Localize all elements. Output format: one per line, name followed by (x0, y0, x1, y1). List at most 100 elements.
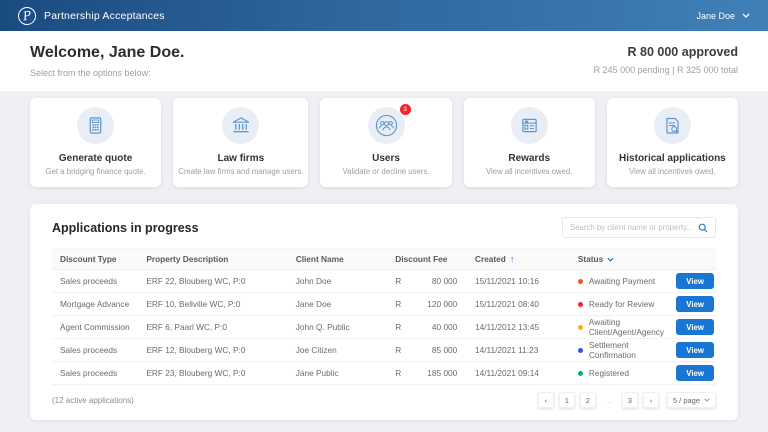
table-row: Agent Commission ERF 6, Paarl WC, P:0 Jo… (52, 316, 716, 339)
table-body: Sales proceeds ERF 22, Blouberg WC, P:0 … (52, 270, 716, 385)
col-status-filter[interactable]: Status (570, 254, 676, 264)
status-dot-icon (577, 324, 583, 330)
view-button[interactable]: View (676, 296, 714, 312)
cell-property-description: ERF 6, Paarl WC, P:0 (146, 322, 227, 332)
cell-status: Settlement Confirmation (570, 340, 676, 360)
cell-property-description: ERF 22, Blouberg WC, P:0 (146, 276, 246, 286)
page-title: Welcome, Jane Doe. (30, 44, 185, 61)
status-dot-icon (577, 370, 583, 376)
card-subtitle: Get a bridging finance quote. (45, 167, 146, 176)
page-size-select[interactable]: 5 / page (666, 392, 716, 408)
cell-status: Awaiting Client/Agent/Agency (570, 317, 676, 337)
card-title: Generate quote (58, 153, 133, 164)
cell-discount-fee: R 185 000 (395, 368, 458, 378)
table-header-row: Discount Type Property Description Clien… (52, 248, 716, 270)
app-header: P Partnership Acceptances Jane Doe (0, 0, 768, 31)
card-subtitle: Create law firms and manage users. (178, 167, 304, 176)
col-discount-type: Discount Type (60, 254, 117, 264)
card-subtitle: Validate or decline users. (342, 167, 430, 176)
option-card-rewards[interactable]: Rewards View all incentives owed. (463, 98, 595, 187)
card-icon-circle (510, 107, 548, 144)
cell-created: 15/11/2021 08:40 (474, 299, 539, 309)
chevron-down-icon (704, 398, 710, 402)
col-created-sort[interactable]: Created ↑ (467, 254, 570, 264)
cell-client-name: John Doe (295, 276, 332, 286)
cell-discount-fee: R 120 000 (395, 299, 458, 309)
cell-client-name: John Q. Public (295, 322, 350, 332)
col-discount-fee: Discount Fee (395, 254, 448, 264)
pagination-next-button[interactable]: › (642, 392, 659, 408)
view-button[interactable]: View (676, 342, 714, 358)
status-dot-icon (577, 301, 583, 307)
cell-client-name: Joe Citizen (295, 345, 337, 355)
cell-discount-fee: R 85 000 (395, 345, 458, 355)
applications-panel: Applications in progress Discount Type P… (30, 204, 738, 420)
col-client-name: Client Name (295, 254, 344, 264)
option-card-generate-quote[interactable]: Generate quote Get a bridging finance qu… (30, 98, 162, 187)
user-name: Jane Doe (696, 10, 735, 21)
pagination-page-3[interactable]: 3 (621, 392, 638, 408)
card-icon-circle (222, 107, 260, 144)
pagination-page-1[interactable]: 1 (558, 392, 575, 408)
panel-title: Applications in progress (52, 220, 199, 235)
cell-client-name: Jane Doe (295, 299, 332, 309)
welcome-section: Welcome, Jane Doe. Select from the optio… (0, 31, 768, 91)
cell-status: Ready for Review (570, 299, 676, 309)
pagination: ‹ 1 2 … 3 › 5 / page (537, 392, 716, 408)
active-applications-note: (12 active applications) (52, 395, 134, 405)
cell-property-description: ERF 12, Blouberg WC, P:0 (146, 345, 246, 355)
card-icon-circle: 3 (367, 104, 411, 144)
cell-created: 14/11/2021 11:23 (474, 345, 539, 355)
table-row: Sales proceeds ERF 12, Blouberg WC, P:0 … (52, 339, 716, 362)
card-title: Users (372, 153, 400, 164)
history-icon (662, 116, 682, 136)
cell-discount-type: Sales proceeds (60, 276, 118, 286)
col-property-description: Property Description (146, 254, 229, 264)
pending-total-amounts: R 245 000 pending | R 325 000 total (593, 65, 738, 75)
logo-icon: P (16, 5, 38, 26)
search-input[interactable] (570, 223, 698, 232)
search-icon[interactable] (698, 223, 708, 233)
cell-discount-fee: R 40 000 (395, 322, 458, 332)
rewards-icon (520, 116, 539, 135)
bank-icon (231, 116, 251, 135)
user-menu[interactable]: Jane Doe (696, 11, 750, 21)
pagination-page-2[interactable]: 2 (579, 392, 596, 408)
table-row: Sales proceeds ERF 22, Blouberg WC, P:0 … (52, 270, 716, 293)
card-subtitle: View all incentives owed. (485, 167, 573, 176)
cell-discount-type: Sales proceeds (60, 368, 118, 378)
users-icon (375, 114, 398, 137)
app-title: Partnership Acceptances (44, 9, 165, 22)
chevron-down-icon (607, 257, 614, 262)
status-dot-icon (577, 347, 583, 353)
status-dot-icon (577, 278, 583, 284)
pagination-prev-button[interactable]: ‹ (537, 392, 554, 408)
card-icon-circle (77, 107, 115, 144)
approved-amount: R 80 000 approved (627, 45, 738, 59)
cell-discount-type: Mortgage Advance (60, 299, 130, 309)
cell-discount-fee: R 80 000 (395, 276, 458, 286)
page-subtitle: Select from the options below: (30, 68, 151, 78)
table-row: Sales proceeds ERF 23, Blouberg WC, P:0 … (52, 362, 716, 385)
option-cards: Generate quote Get a bridging finance qu… (0, 91, 768, 187)
option-card-law-firms[interactable]: Law firms Create law firms and manage us… (173, 98, 309, 187)
cell-status: Awaiting Payment (570, 276, 676, 286)
table-row: Mortgage Advance ERF 10, Bellville WC, P… (52, 293, 716, 316)
card-title: Rewards (508, 153, 551, 164)
option-card-users[interactable]: 3 Users Validate or decline users. (320, 98, 452, 187)
cell-created: 15/11/2021 10:16 (474, 276, 539, 286)
sort-asc-icon: ↑ (509, 254, 515, 264)
option-card-historical-applications[interactable]: Historical applications View all incenti… (606, 98, 738, 187)
view-button[interactable]: View (676, 273, 714, 289)
view-button[interactable]: View (676, 319, 714, 335)
cell-created: 14/11/2012 13:45 (474, 322, 539, 332)
cell-created: 14/11/2021 09:14 (474, 368, 539, 378)
card-title: Law firms (217, 153, 265, 164)
cell-property-description: ERF 10, Bellville WC, P:0 (146, 299, 241, 309)
view-button[interactable]: View (676, 365, 714, 381)
card-subtitle: View all incentives owed. (629, 167, 716, 176)
brand[interactable]: P Partnership Acceptances (16, 5, 165, 26)
cell-client-name: Jane Public (295, 368, 339, 378)
chevron-down-icon (742, 13, 750, 18)
notification-badge: 3 (399, 104, 411, 115)
